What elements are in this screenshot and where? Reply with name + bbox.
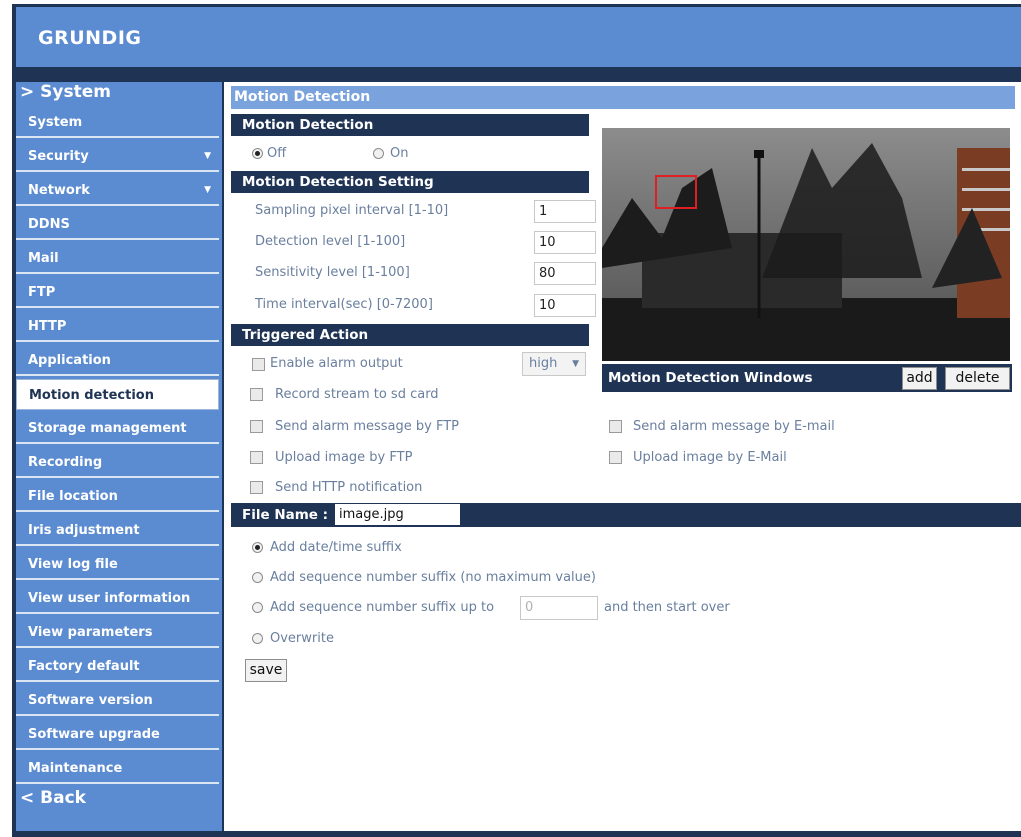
overwrite-label: Overwrite [270,631,334,646]
save-button[interactable]: save [245,659,287,682]
top-header: GRUNDIG [16,7,1021,67]
sidebar-item-ftp[interactable]: FTP [16,277,219,308]
email-upload-checkbox[interactable] [609,451,622,464]
add-window-button[interactable]: add [902,367,937,390]
http-notification-label: Send HTTP notification [275,480,423,495]
sidebar-back-link[interactable]: < Back [20,788,86,808]
sampling-interval-label: Sampling pixel interval [1-10] [255,203,449,218]
sidebar-heading[interactable]: > System [20,82,111,102]
sidebar-item-storage-management[interactable]: Storage management [16,413,219,444]
sidebar-item-maintenance[interactable]: Maintenance [16,753,219,784]
sidebar-item-network[interactable]: Network ▼ [16,175,219,206]
ftp-message-checkbox[interactable] [250,420,263,433]
email-message-label: Send alarm message by E-mail [633,419,835,434]
sequence-upto-radio[interactable] [252,602,263,613]
detection-level-label: Detection level [1-100] [255,234,406,249]
chevron-down-icon: ▼ [204,185,211,195]
sequence-upto-label: Add sequence number suffix up to [270,600,495,615]
file-name-input[interactable]: image.jpg [334,503,461,526]
page-title: Motion Detection [231,86,1015,109]
ftp-message-label: Send alarm message by FTP [275,419,459,434]
sidebar-item-http[interactable]: HTTP [16,311,219,342]
alarm-level-select[interactable]: high ▼ [522,352,586,376]
motion-on-radio[interactable] [373,148,384,159]
sensitivity-level-input[interactable]: 80 [534,262,596,285]
sidebar-item-system[interactable]: System [16,107,219,138]
sequence-suffix-label: Add sequence number suffix (no maximum v… [270,570,596,585]
brand-logo: GRUNDIG [38,27,142,49]
sidebar-item-view-parameters[interactable]: View parameters [16,617,219,648]
ftp-upload-checkbox[interactable] [250,451,263,464]
motion-off-label: Off [267,146,287,161]
start-over-label: and then start over [604,600,730,615]
time-interval-label: Time interval(sec) [0-7200] [255,297,433,312]
motion-on-label: On [390,146,409,161]
motion-off-radio[interactable] [252,148,263,159]
sidebar-item-security[interactable]: Security ▼ [16,141,219,172]
email-message-checkbox[interactable] [609,420,622,433]
camera-scene [602,128,1010,361]
sidebar-item-iris-adjustment[interactable]: Iris adjustment [16,515,219,546]
sequence-suffix-radio[interactable] [252,572,263,583]
camera-preview[interactable] [602,128,1010,361]
sidebar-item-software-version[interactable]: Software version [16,685,219,716]
sidebar: > System System Security ▼ Network ▼ DDNS … [16,82,222,831]
sidebar-item-motion-detection[interactable]: Motion detection [16,379,219,410]
record-sd-label: Record stream to sd card [275,387,439,402]
sidebar-item-file-location[interactable]: File location [16,481,219,512]
ftp-upload-label: Upload image by FTP [275,450,413,465]
sampling-interval-input[interactable]: 1 [534,200,596,223]
record-sd-checkbox[interactable] [250,388,263,401]
datetime-suffix-radio[interactable] [252,542,263,553]
sidebar-item-view-log-file[interactable]: View log file [16,549,219,580]
http-notification-checkbox[interactable] [250,481,263,494]
sensitivity-level-label: Sensitivity level [1-100] [255,265,410,280]
delete-window-button[interactable]: delete [945,367,1010,390]
time-interval-input[interactable]: 10 [534,294,596,317]
chevron-down-icon: ▼ [204,151,211,161]
sequence-max-input[interactable]: 0 [520,596,598,620]
email-upload-label: Upload image by E-Mail [633,450,787,465]
enable-alarm-label: Enable alarm output [270,356,403,371]
sidebar-item-ddns[interactable]: DDNS [16,209,219,240]
datetime-suffix-label: Add date/time suffix [270,540,402,555]
detection-level-input[interactable]: 10 [534,231,596,254]
sidebar-item-view-user-information[interactable]: View user information [16,583,219,614]
enable-alarm-checkbox[interactable] [252,358,265,371]
motion-detection-header: Motion Detection [231,114,589,136]
triggered-action-header: Triggered Action [231,324,589,346]
overwrite-radio[interactable] [252,633,263,644]
sidebar-item-recording[interactable]: Recording [16,447,219,478]
sidebar-item-application[interactable]: Application [16,345,219,376]
sidebar-item-factory-default[interactable]: Factory default [16,651,219,682]
sidebar-item-mail[interactable]: Mail [16,243,219,274]
sidebar-item-software-upgrade[interactable]: Software upgrade [16,719,219,750]
chevron-down-icon: ▼ [572,359,579,369]
motion-setting-header: Motion Detection Setting [231,171,589,193]
